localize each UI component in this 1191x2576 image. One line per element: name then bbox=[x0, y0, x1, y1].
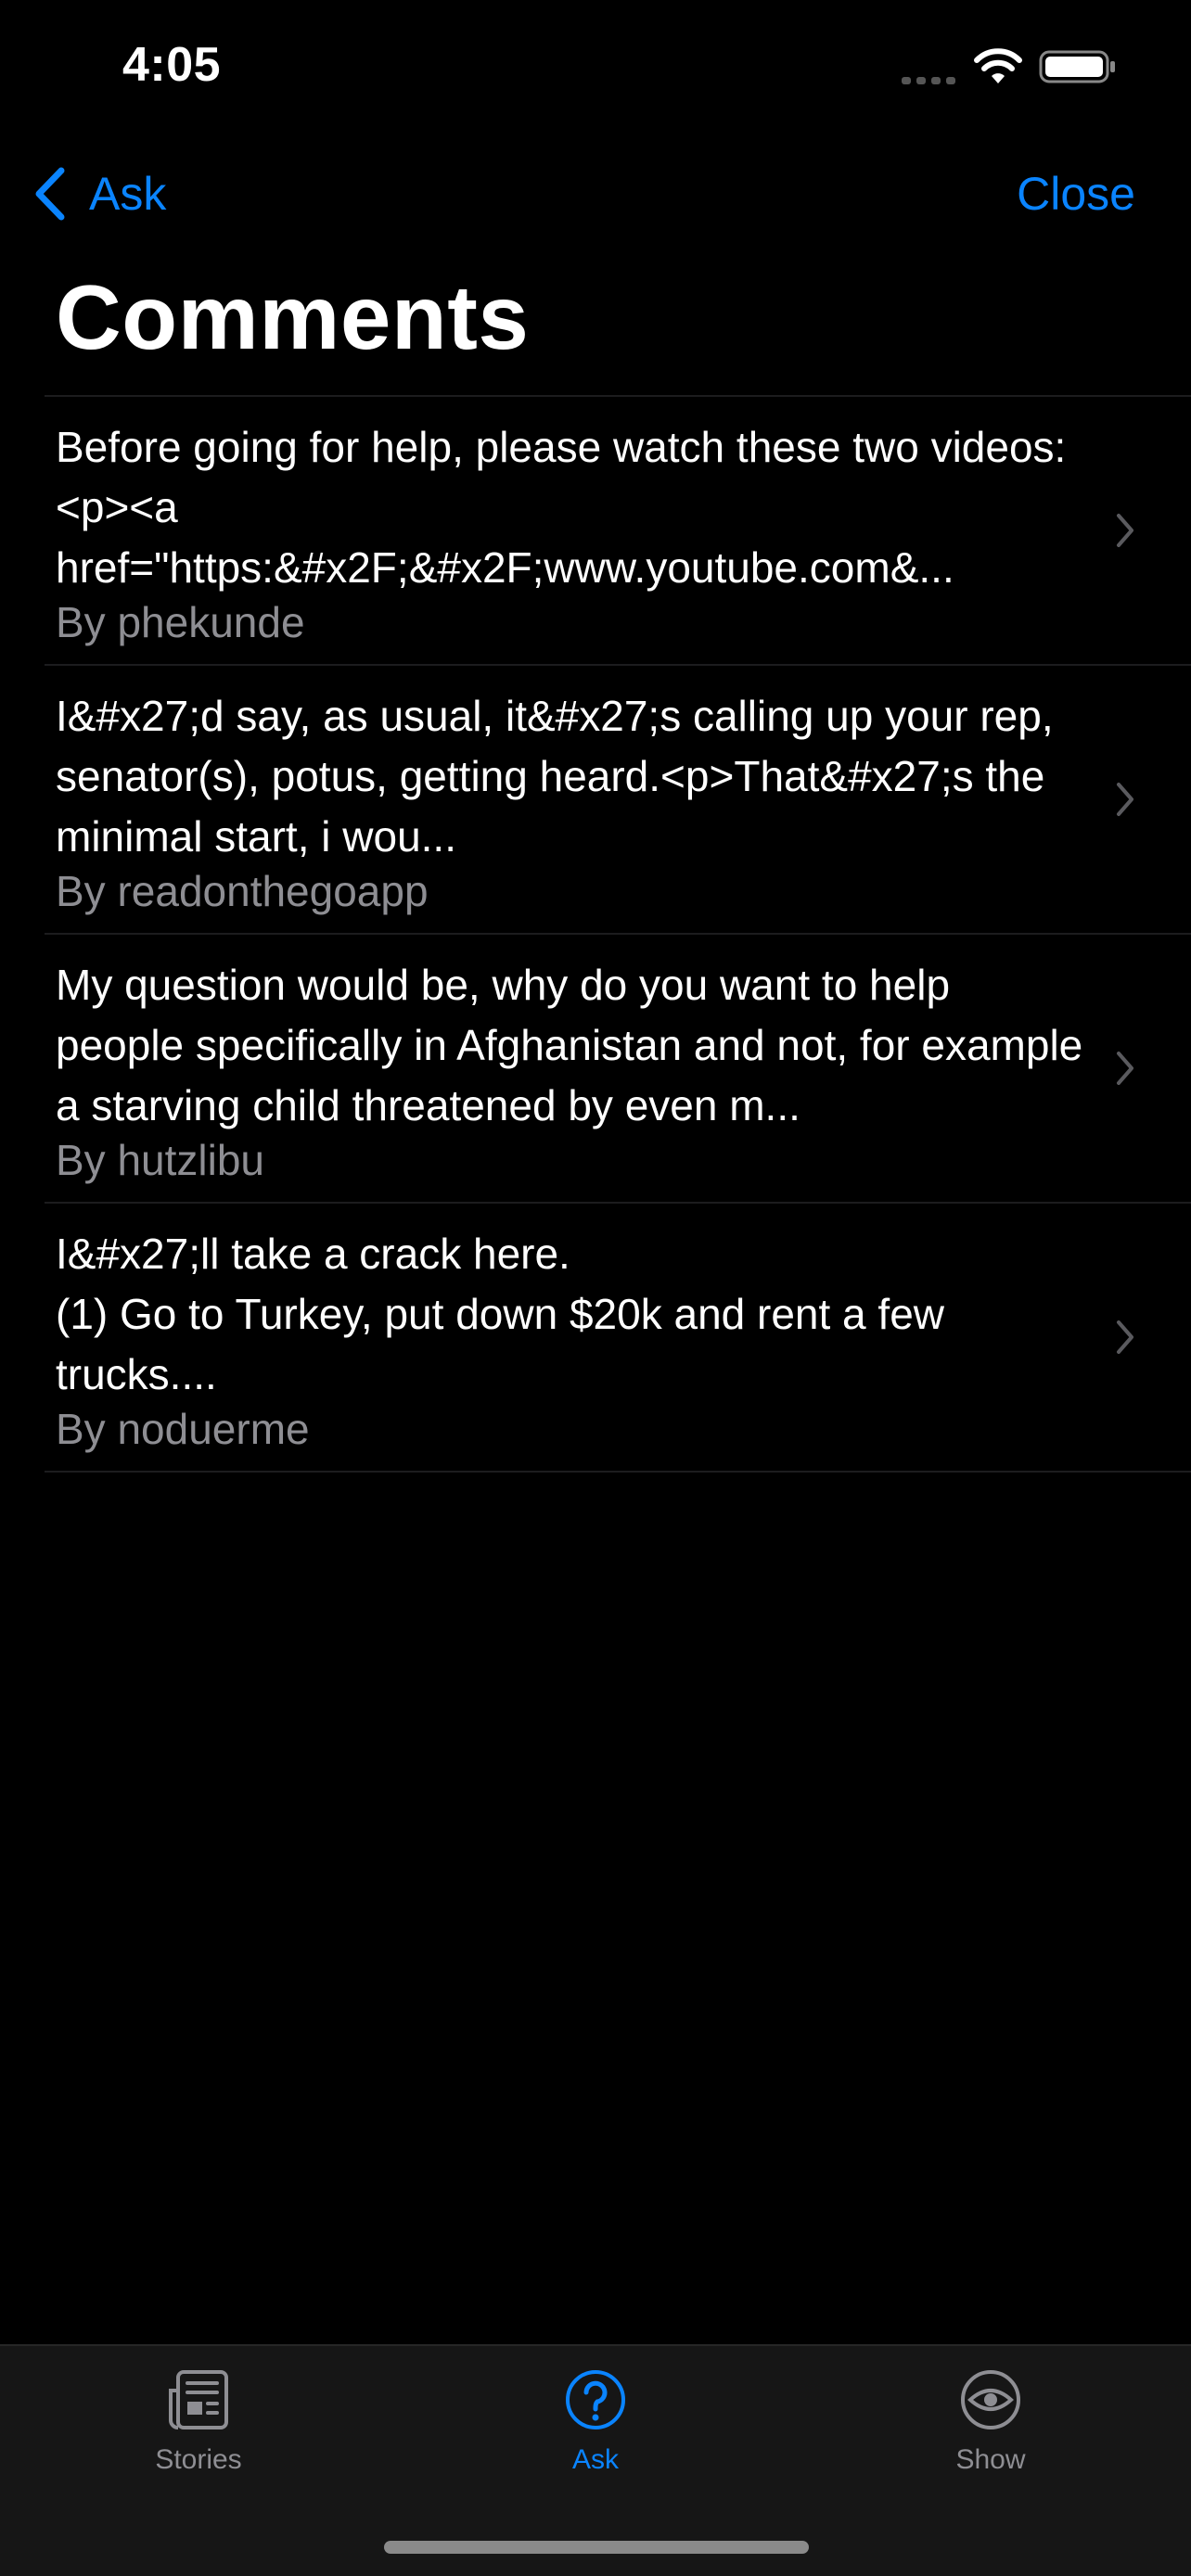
chevron-right-icon bbox=[1117, 783, 1133, 816]
comments-screen: 4:05 Ask Close Comments Before going for… bbox=[0, 0, 1191, 2576]
tab-ask[interactable]: Ask bbox=[493, 2366, 698, 2506]
comment-row[interactable]: Before going for help, please watch thes… bbox=[45, 397, 1191, 666]
page-title: Comments bbox=[56, 266, 530, 368]
tab-show[interactable]: Show bbox=[889, 2366, 1093, 2506]
comment-list: Before going for help, please watch thes… bbox=[45, 395, 1191, 1473]
eye-circle-icon bbox=[961, 2370, 1020, 2429]
chevron-right-icon bbox=[1117, 514, 1133, 547]
comment-author: By phekunde bbox=[56, 598, 305, 646]
status-bar: 4:05 bbox=[0, 0, 1191, 139]
comment-author: By readonthegoapp bbox=[56, 867, 429, 915]
back-button[interactable]: Ask bbox=[33, 161, 166, 226]
comment-text: I&#x27;ll take a crack here. (1) Go to T… bbox=[56, 1230, 945, 1398]
back-button-label: Ask bbox=[89, 168, 167, 220]
tab-show-label: Show bbox=[955, 2444, 1026, 2475]
battery-icon bbox=[1039, 50, 1115, 83]
chevron-right-icon bbox=[1117, 1052, 1133, 1085]
newspaper-icon bbox=[169, 2370, 228, 2429]
home-indicator[interactable] bbox=[384, 2541, 809, 2554]
comment-text: I&#x27;d say, as usual, it&#x27;s callin… bbox=[56, 692, 1054, 861]
wifi-icon bbox=[974, 48, 1022, 83]
status-time: 4:05 bbox=[122, 38, 222, 92]
comment-text: My question would be, why do you want to… bbox=[56, 961, 1083, 1129]
tab-stories-label: Stories bbox=[155, 2444, 242, 2475]
comment-row[interactable]: I&#x27;ll take a crack here. (1) Go to T… bbox=[45, 1204, 1191, 1473]
close-button[interactable]: Close bbox=[1017, 161, 1135, 226]
comment-row[interactable]: I&#x27;d say, as usual, it&#x27;s callin… bbox=[45, 666, 1191, 935]
cellular-signal-icon bbox=[902, 77, 955, 84]
tab-stories[interactable]: Stories bbox=[96, 2366, 301, 2506]
comment-author: By noduerme bbox=[56, 1405, 310, 1453]
question-circle-icon bbox=[566, 2370, 625, 2429]
comment-row[interactable]: My question would be, why do you want to… bbox=[45, 935, 1191, 1204]
comment-author: By hutzlibu bbox=[56, 1136, 265, 1184]
chevron-right-icon bbox=[1117, 1320, 1133, 1354]
comment-text: Before going for help, please watch thes… bbox=[56, 423, 1067, 592]
chevron-left-icon bbox=[35, 167, 65, 221]
tab-ask-label: Ask bbox=[571, 2444, 619, 2475]
navigation-bar: Ask Close bbox=[0, 148, 1191, 232]
